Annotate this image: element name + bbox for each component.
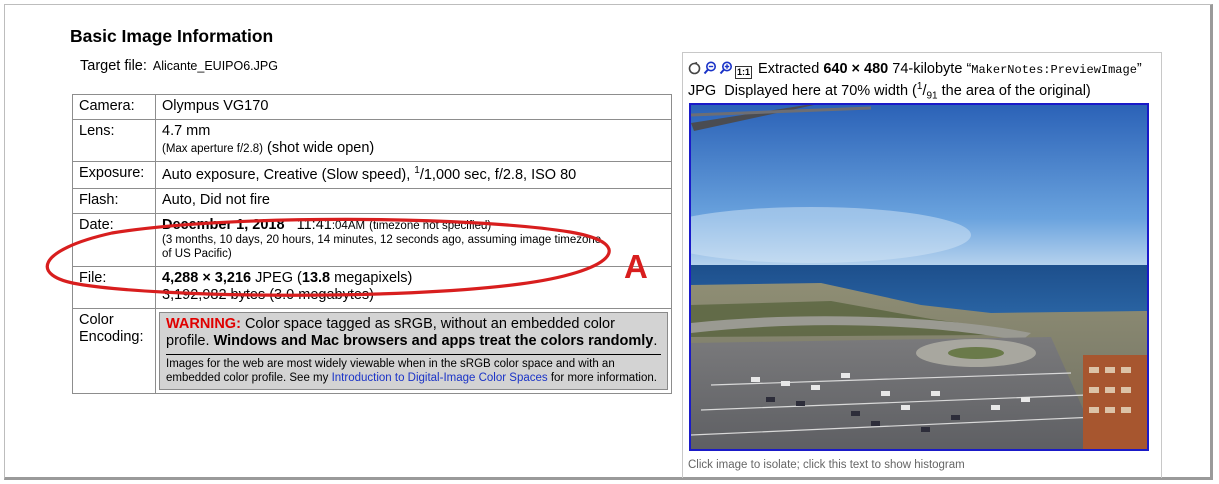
color-label: Color Encoding: [72, 307, 156, 395]
date-ago: (3 months, 10 days, 20 hours, 14 minutes… [162, 234, 602, 261]
warning-end: . [653, 332, 658, 349]
preview-header: 1:1 Extracted 640 × 480 74-kilobyte “Mak… [688, 61, 1142, 102]
preview-caption[interactable]: Click image to isolate; click this text … [688, 459, 965, 471]
fraction-numerator: 1 [916, 80, 923, 92]
table-row: Camera: Olympus VG170 [72, 93, 672, 121]
section-title: Basic Image Information [70, 26, 274, 46]
file-label: File: [72, 265, 156, 309]
exposure-label: Exposure: [72, 161, 156, 190]
table-row: Exposure: Auto exposure, Creative (Slow … [72, 161, 672, 190]
target-filename: Alicante_EUIPO6.JPG [152, 59, 278, 73]
date-time-hm: 11:41 [296, 217, 332, 234]
zoom-out-icon[interactable] [703, 61, 717, 81]
divider [166, 354, 661, 356]
table-row: Lens: 4.7 mm (Max aperture f/2.8) (shot … [72, 119, 672, 163]
table-row: File: 4,288 × 3,216 JPEG (13.8 megapixel… [72, 265, 672, 309]
reset-icon[interactable] [688, 61, 701, 81]
file-dims: 4,288 × 3,216 [162, 269, 252, 286]
file-mp-unit: megapixels) [334, 269, 413, 286]
table-row: Color Encoding: WARNING: Color space tag… [72, 307, 672, 395]
color-value: WARNING: Color space tagged as sRGB, wit… [155, 307, 672, 395]
exposure-value: Auto exposure, Creative (Slow speed), 1/… [155, 161, 672, 190]
preview-tag-close: ” [1136, 61, 1142, 77]
preview-extracted-label: Extracted [758, 61, 820, 77]
date-date: December 1, 2018 [162, 217, 285, 234]
date-tz-note: (timezone not specified) [369, 220, 492, 233]
date-label: Date: [72, 213, 156, 267]
color-info: Images for the web are most widely viewa… [166, 358, 661, 385]
info-end: for more information. [550, 371, 657, 384]
lens-value: 4.7 mm (Max aperture f/2.8) (shot wide o… [155, 119, 672, 163]
target-file: Target file: Alicante_EUIPO6.JPG [80, 58, 278, 74]
actual-size-icon[interactable]: 1:1 [735, 66, 753, 79]
zoom-in-icon[interactable] [719, 61, 733, 81]
preview-photo-drawing [691, 105, 1147, 449]
date-value: December 1, 2018 11:41:04AM (timezone no… [155, 213, 672, 267]
date-time-s: :04AM [331, 220, 366, 233]
file-format: JPEG ( [255, 269, 302, 286]
exposure-mode: Auto exposure, Creative (Slow speed), [162, 167, 411, 184]
preview-kb: 74-kilobyte [892, 61, 963, 77]
table-row: Date: December 1, 2018 11:41:04AM (timez… [72, 213, 672, 267]
preview-tag: MakerNotes:PreviewImage [971, 63, 1137, 77]
fraction-denominator: 91 [926, 90, 938, 102]
warning-bold: Windows and Mac browsers and apps treat … [213, 332, 654, 349]
lens-note: (shot wide open) [267, 140, 375, 157]
file-megapixels: 13.8 [301, 269, 331, 286]
warning-label: WARNING: [166, 315, 241, 332]
preview-jpg-line: JPG Displayed here at 70% width ( [688, 82, 917, 99]
flash-label: Flash: [72, 188, 156, 215]
table-row: Flash: Auto, Did not fire [72, 188, 672, 215]
preview-image[interactable] [689, 103, 1149, 451]
lens-label: Lens: [72, 119, 156, 163]
color-spaces-link[interactable]: Introduction to Digital-Image Color Spac… [332, 372, 548, 384]
lens-aperture: (Max aperture f/2.8) [162, 143, 263, 156]
preview-size: 640 × 480 [823, 61, 889, 77]
lens-focal: 4.7 mm [162, 123, 211, 140]
warning-box: WARNING: Color space tagged as sRGB, wit… [159, 311, 668, 391]
preview-frac-rest: the area of the original) [937, 82, 1091, 99]
target-label: Target file: [80, 58, 147, 74]
info-table: Camera: Olympus VG170 Lens: 4.7 mm (Max … [72, 93, 672, 395]
shutter-rest: /1,000 sec, f/2.8, ISO 80 [419, 167, 577, 184]
file-bytes: 3,192,982 bytes (3.0 megabytes) [162, 286, 374, 303]
file-value: 4,288 × 3,216 JPEG (13.8 megapixels) 3,1… [155, 265, 672, 309]
flash-value: Auto, Did not fire [155, 188, 672, 215]
camera-value: Olympus VG170 [155, 93, 672, 121]
camera-label: Camera: [72, 93, 156, 121]
